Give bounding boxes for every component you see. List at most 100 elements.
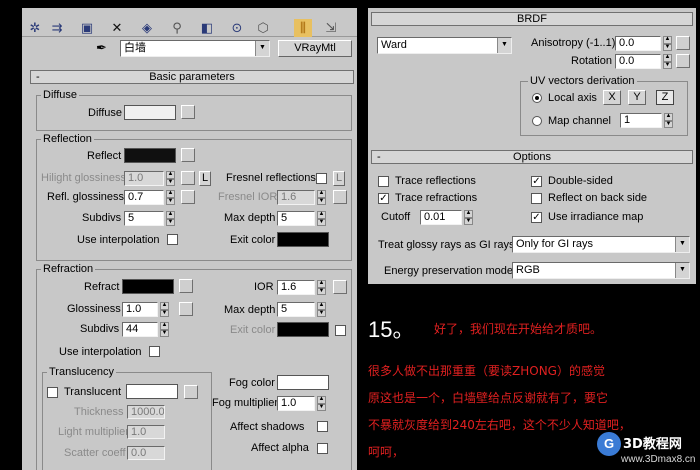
map-channel-radio[interactable] — [532, 116, 542, 126]
reflect-back-checkbox[interactable] — [531, 193, 542, 204]
rotation-field[interactable]: 0.0 — [615, 54, 661, 69]
glossy-rays-value: Only for GI rays — [516, 238, 594, 250]
refr-max-depth-field[interactable]: 5 — [277, 302, 315, 317]
refr-subdivs-spinner[interactable]: ▲ ▼ — [160, 322, 169, 337]
translucent-label: Translucent — [64, 386, 122, 398]
scatter-coeff-field[interactable]: 0.0 — [127, 446, 165, 460]
hilight-spinner[interactable]: ▲ ▼ — [166, 171, 175, 186]
ior-spinner[interactable]: ▲ ▼ — [317, 280, 326, 295]
rotation-map-button[interactable] — [676, 54, 690, 68]
fresnel-ior-field[interactable]: 1.6 — [277, 190, 315, 205]
reflect-color-swatch[interactable] — [124, 148, 176, 163]
make-unique-icon[interactable]: ◈ — [138, 19, 156, 37]
show-end-result-icon[interactable]: ⬡ — [254, 19, 272, 37]
fog-multiplier-field[interactable]: 1.0 — [277, 396, 315, 411]
show-map-icon[interactable]: ⊙ — [228, 19, 246, 37]
reflect-map-button[interactable] — [181, 148, 195, 162]
refr-exit-color-swatch[interactable] — [277, 322, 329, 337]
basic-parameters-rollout[interactable]: - Basic parameters — [30, 70, 354, 84]
light-multiplier-label: Light multiplier — [58, 426, 129, 438]
energy-mode-dropdown[interactable]: RGB ▼ — [512, 262, 690, 279]
trace-reflections-checkbox[interactable] — [378, 176, 389, 187]
refl-glossiness-spinner[interactable]: ▲ ▼ — [166, 190, 175, 205]
axis-z-button[interactable]: Z — [656, 90, 674, 105]
cutoff-label: Cutoff — [381, 211, 411, 223]
reset-material-icon[interactable]: ✕ — [108, 19, 126, 37]
local-axis-label: Local axis — [548, 92, 597, 104]
light-multiplier-field[interactable]: 1.0 — [127, 425, 165, 439]
rotation-spinner[interactable]: ▲ ▼ — [663, 54, 672, 69]
material-name: 白墙 — [124, 42, 146, 54]
brdf-type-value: Ward — [381, 39, 407, 51]
brdf-rollout[interactable]: BRDF — [371, 12, 693, 26]
put-to-scene-icon[interactable]: ⇉ — [48, 19, 66, 37]
material-type-button[interactable]: VRayMtl — [278, 40, 352, 57]
refl-subdivs-label: Subdivs — [82, 212, 122, 224]
use-irradiance-checkbox[interactable]: ✓ — [531, 212, 542, 223]
refl-subdivs-spinner[interactable]: ▲ ▼ — [166, 211, 175, 226]
exit-color-swatch[interactable] — [277, 232, 329, 247]
ior-map-button[interactable] — [333, 280, 347, 294]
refl-subdivs-field[interactable]: 5 — [124, 211, 164, 226]
affect-shadows-checkbox[interactable] — [317, 421, 328, 432]
double-sided-checkbox[interactable]: ✓ — [531, 176, 542, 187]
fresnel-ior-map-button[interactable] — [333, 190, 347, 204]
axis-x-button[interactable]: X — [603, 90, 621, 105]
local-axis-radio[interactable] — [532, 93, 542, 103]
glossiness-spinner[interactable]: ▲ ▼ — [160, 302, 169, 317]
refl-glossiness-map-button[interactable] — [181, 190, 195, 204]
refract-color-swatch[interactable] — [122, 279, 174, 294]
refr-subdivs-field[interactable]: 44 — [122, 322, 158, 337]
refl-glossiness-field[interactable]: 0.7 — [124, 190, 164, 205]
assign-material-icon[interactable]: ▣ — [78, 19, 96, 37]
fresnel-reflections-checkbox[interactable] — [316, 173, 327, 184]
fresnel-ior-spinner[interactable]: ▲ ▼ — [317, 190, 326, 205]
go-forward-sibling-icon[interactable]: ⇲ — [322, 19, 340, 37]
material-id-icon[interactable]: ◧ — [198, 19, 216, 37]
fog-multiplier-spinner[interactable]: ▲ ▼ — [317, 396, 326, 411]
diffuse-map-button[interactable] — [181, 105, 195, 119]
watermark-logo: G 3D教程网 www.3Dmax8.cn — [597, 432, 697, 468]
anisotropy-field[interactable]: 0.0 — [615, 36, 661, 51]
refl-use-interpolation-checkbox[interactable] — [167, 234, 178, 245]
anisotropy-map-button[interactable] — [676, 36, 690, 50]
axis-y-button[interactable]: Y — [628, 90, 646, 105]
brdf-type-dropdown[interactable]: Ward ▼ — [377, 37, 512, 54]
map-channel-field[interactable]: 1 — [620, 113, 662, 128]
glossy-rays-dropdown[interactable]: Only for GI rays ▼ — [512, 236, 690, 253]
diffuse-color-swatch[interactable] — [124, 105, 176, 120]
get-material-icon[interactable]: ✲ — [26, 19, 44, 37]
options-rollout[interactable]: - Options — [371, 150, 693, 164]
refr-exit-color-checkbox[interactable] — [335, 325, 346, 336]
eyedropper-icon[interactable]: ✒ — [96, 40, 107, 56]
glossiness-map-button[interactable] — [179, 302, 193, 316]
affect-alpha-checkbox[interactable] — [317, 443, 328, 454]
toolbar: ✲ ⇉ ▣ ✕ ◈ ⚲ ◧ ⊙ ⬡ ⫼ ⇲ — [22, 8, 357, 37]
ior-field[interactable]: 1.6 — [277, 280, 315, 295]
translucent-color-swatch[interactable] — [126, 384, 178, 399]
refl-max-depth-label: Max depth — [224, 212, 276, 224]
thickness-field[interactable]: 1000.0 — [127, 405, 165, 419]
hilight-lock-button[interactable]: L — [199, 171, 211, 186]
translucent-map-button[interactable] — [184, 385, 198, 399]
map-channel-spinner[interactable]: ▲ ▼ — [664, 113, 673, 128]
refr-max-depth-spinner[interactable]: ▲ ▼ — [317, 302, 326, 317]
fresnel-lock-button[interactable]: L — [333, 171, 345, 186]
refl-max-depth-spinner[interactable]: ▲ ▼ — [317, 211, 326, 226]
refract-label: Refract — [84, 281, 120, 293]
refract-map-button[interactable] — [179, 279, 193, 293]
hilight-map-button[interactable] — [181, 171, 195, 185]
refl-max-depth-field[interactable]: 5 — [277, 211, 315, 226]
anisotropy-spinner[interactable]: ▲ ▼ — [663, 36, 672, 51]
cutoff-field[interactable]: 0.01 — [420, 210, 462, 225]
put-to-library-icon[interactable]: ⚲ — [168, 19, 186, 37]
go-to-parent-icon[interactable]: ⫼ — [294, 19, 312, 37]
refr-use-interpolation-checkbox[interactable] — [149, 346, 160, 357]
cutoff-spinner[interactable]: ▲ ▼ — [464, 210, 473, 225]
trace-refractions-checkbox[interactable]: ✓ — [378, 193, 389, 204]
material-name-dropdown[interactable]: 白墙 ▼ — [120, 40, 270, 57]
translucent-checkbox[interactable] — [47, 387, 58, 398]
glossiness-field[interactable]: 1.0 — [122, 302, 158, 317]
hilight-glossiness-field[interactable]: 1.0 — [124, 171, 164, 186]
fog-color-swatch[interactable] — [277, 375, 329, 390]
